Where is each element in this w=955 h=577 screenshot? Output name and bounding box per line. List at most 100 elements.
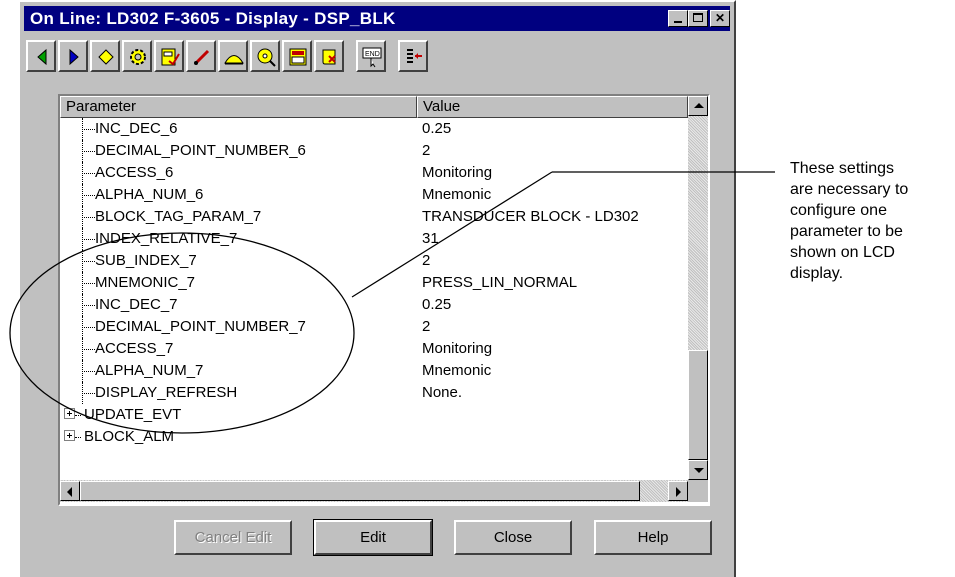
header-value[interactable]: Value	[417, 96, 688, 118]
table-row[interactable]: INC_DEC_6 0.25	[60, 118, 688, 140]
parameter-name: UPDATE_EVT	[84, 406, 182, 423]
minimize-button[interactable]	[668, 10, 688, 27]
parameter-value: Mnemonic	[422, 362, 492, 379]
gauge-check-button[interactable]	[154, 40, 184, 72]
disc-icon	[257, 48, 276, 67]
window-title: On Line: LD302 F-3605 - Display - DSP_BL…	[30, 9, 396, 28]
help-button[interactable]: Help	[594, 520, 712, 555]
list-header: Parameter Value	[60, 96, 688, 118]
tree-connector	[82, 305, 95, 306]
tree-connector	[82, 349, 95, 350]
svg-text:END: END	[365, 51, 380, 58]
end-cursor-icon: END	[362, 47, 382, 68]
tree-connector	[82, 217, 95, 218]
back-button[interactable]	[26, 40, 56, 72]
table-row[interactable]: DECIMAL_POINT_NUMBER_6 2	[60, 140, 688, 162]
close-icon: ✕	[714, 11, 726, 25]
toolbar: END	[20, 40, 734, 80]
table-row[interactable]: MNEMONIC_7 PRESS_LIN_NORMAL	[60, 272, 688, 294]
table-row[interactable]: BLOCK_TAG_PARAM_7 TRANSDUCER BLOCK - LD30…	[60, 206, 688, 228]
expand-plus-icon[interactable]	[64, 430, 75, 441]
expand-plus-icon[interactable]	[64, 408, 75, 419]
parameter-list[interactable]: Parameter Value INC_DEC_6 0.25 DECIMAL_POI…	[58, 94, 710, 506]
end-button[interactable]: END	[356, 40, 386, 72]
table-row[interactable]: BLOCK_ALM	[60, 426, 688, 448]
close-button[interactable]: Close	[454, 520, 572, 555]
pen-button[interactable]	[186, 40, 216, 72]
list-arrow-icon	[407, 49, 422, 63]
horizontal-scroll-thumb[interactable]	[80, 481, 640, 501]
vertical-scrollbar[interactable]	[688, 96, 708, 480]
table-row[interactable]: INC_DEC_7 0.25	[60, 294, 688, 316]
down-arrow-icon	[694, 468, 704, 473]
list-arrow-button[interactable]	[398, 40, 428, 72]
tree-connector	[82, 239, 95, 240]
diamond-icon	[98, 49, 114, 65]
parameter-name: MNEMONIC_7	[95, 274, 196, 291]
mountain-button[interactable]	[218, 40, 248, 72]
tree-connector	[82, 173, 95, 174]
tree-connector	[82, 393, 95, 394]
horizontal-scrollbar[interactable]	[60, 480, 688, 502]
parameter-value: 0.25	[422, 120, 452, 137]
minimize-icon	[674, 21, 682, 23]
tree-connector	[82, 261, 95, 262]
parameter-name: ALPHA_NUM_7	[95, 362, 204, 379]
tree-connector	[82, 371, 95, 372]
table-row[interactable]: ACCESS_7 Monitoring	[60, 338, 688, 360]
scroll-icon	[322, 49, 336, 65]
parameter-name: ACCESS_6	[95, 164, 174, 181]
parameter-value: Monitoring	[422, 164, 493, 181]
cancel-edit-button[interactable]: Cancel Edit	[174, 520, 292, 555]
edit-button[interactable]: Edit	[313, 519, 433, 556]
diamond-button[interactable]	[90, 40, 120, 72]
forward-button[interactable]	[58, 40, 88, 72]
parameter-value: None.	[422, 384, 463, 401]
scroll-up-button[interactable]	[688, 96, 708, 116]
table-row[interactable]: UPDATE_EVT	[60, 404, 688, 426]
parameter-name: DECIMAL_POINT_NUMBER_7	[95, 318, 306, 335]
tree-connector	[82, 195, 95, 196]
table-row[interactable]: DECIMAL_POINT_NUMBER_7 2	[60, 316, 688, 338]
tree-connector	[82, 129, 95, 130]
scroll-left-button[interactable]	[60, 481, 80, 501]
disc-button[interactable]	[250, 40, 280, 72]
close-window-button[interactable]: ✕	[710, 10, 730, 27]
parameter-name: DECIMAL_POINT_NUMBER_6	[95, 142, 306, 159]
vertical-scroll-thumb[interactable]	[688, 350, 708, 460]
gear-icon	[130, 49, 146, 65]
scroll-down-button[interactable]	[688, 460, 708, 480]
maximize-icon	[693, 13, 703, 22]
parameter-name: ACCESS_7	[95, 340, 174, 357]
parameter-value: 2	[422, 252, 431, 269]
table-row[interactable]: INDEX_RELATIVE_7 31	[60, 228, 688, 250]
scroll-button[interactable]	[314, 40, 344, 72]
header-parameter[interactable]: Parameter	[60, 96, 417, 118]
table-row[interactable]: DISPLAY_REFRESH None.	[60, 382, 688, 404]
tree-connector	[82, 283, 95, 284]
table-row[interactable]: ALPHA_NUM_6 Mnemonic	[60, 184, 688, 206]
scroll-right-button[interactable]	[668, 481, 688, 501]
table-row[interactable]: ALPHA_NUM_7 Mnemonic	[60, 360, 688, 382]
mountain-icon	[224, 55, 244, 65]
parameter-name: INC_DEC_6	[95, 120, 178, 137]
calculator-icon	[289, 48, 307, 66]
parameter-name: BLOCK_ALM	[84, 428, 175, 445]
maximize-button[interactable]	[688, 10, 708, 27]
gear-button[interactable]	[122, 40, 152, 72]
parameter-value: Monitoring	[422, 340, 493, 357]
list-rows: INC_DEC_6 0.25 DECIMAL_POINT_NUMBER_6 2 ACCE…	[60, 118, 688, 480]
scroll-corner	[688, 480, 708, 502]
pen-icon	[193, 49, 210, 66]
parameter-value: 31	[422, 230, 439, 247]
table-row[interactable]: SUB_INDEX_7 2	[60, 250, 688, 272]
parameter-name: DISPLAY_REFRESH	[95, 384, 238, 401]
calculator-button[interactable]	[282, 40, 312, 72]
right-arrow-icon	[676, 487, 681, 497]
parameter-value: Mnemonic	[422, 186, 492, 203]
parameter-value: 2	[422, 142, 431, 159]
up-arrow-icon	[694, 103, 704, 108]
title-bar[interactable]: On Line: LD302 F-3605 - Display - DSP_BL…	[24, 6, 730, 31]
tree-connector	[75, 415, 81, 416]
table-row[interactable]: ACCESS_6 Monitoring	[60, 162, 688, 184]
